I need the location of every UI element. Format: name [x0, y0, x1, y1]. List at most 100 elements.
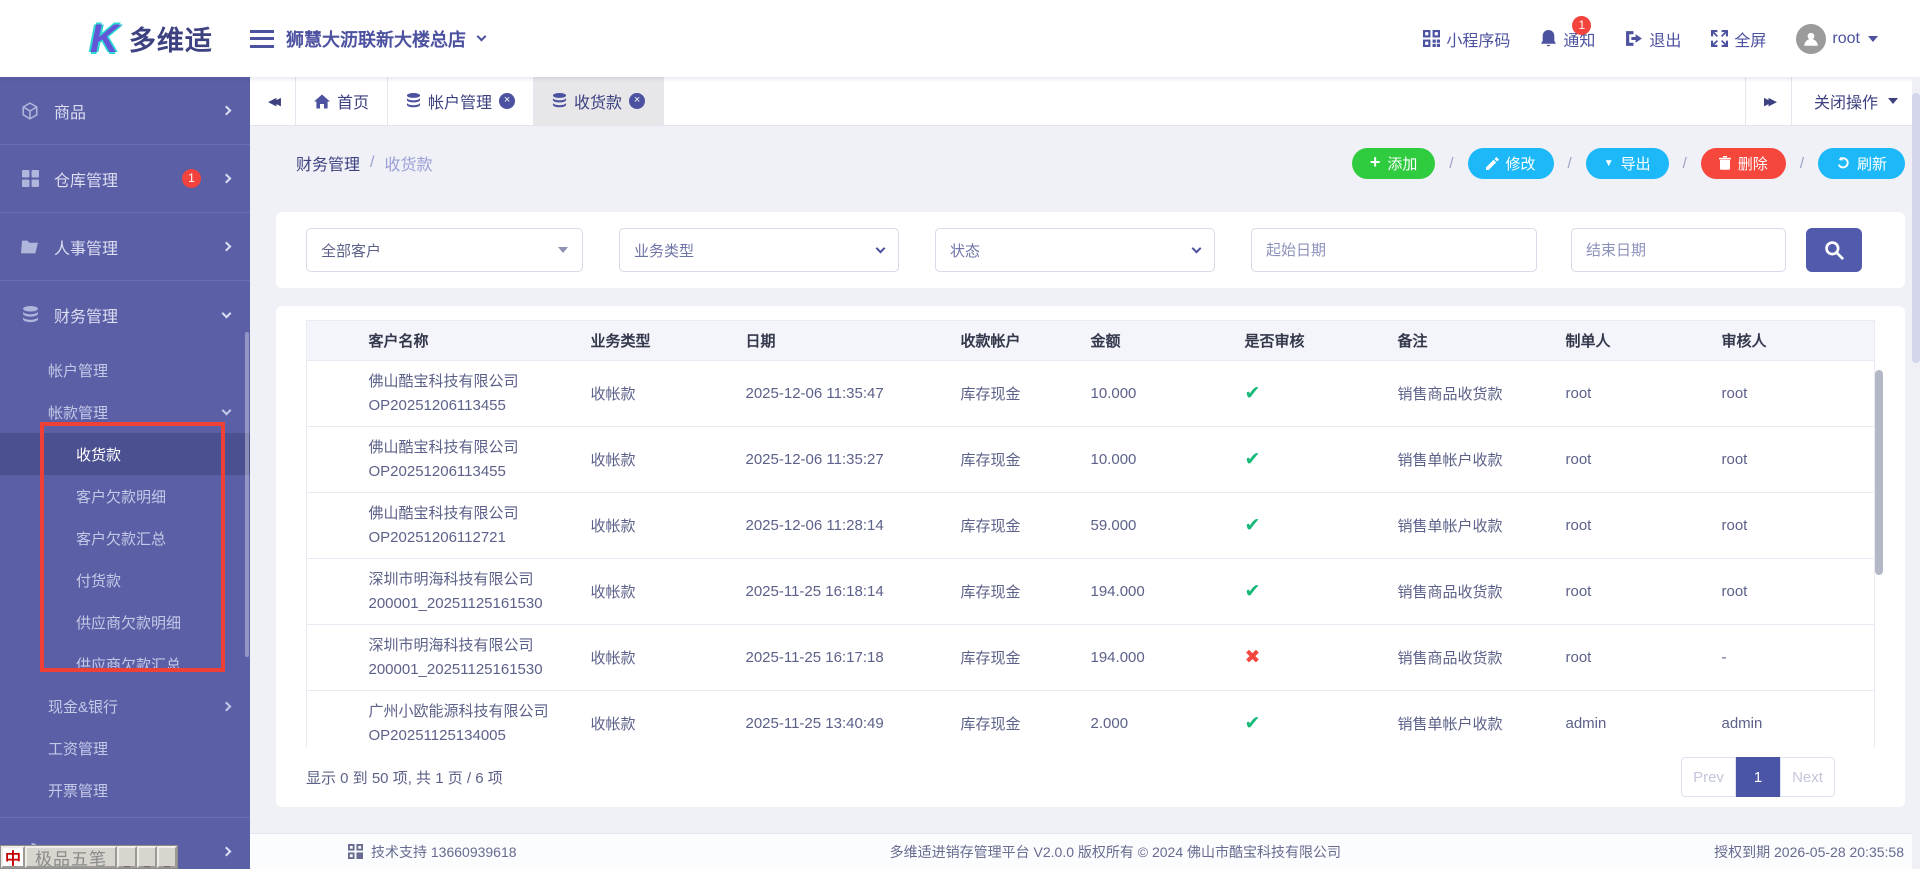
col-amount: 金额 [1075, 321, 1229, 361]
chevron-down-icon [222, 308, 232, 318]
delete-button[interactable]: 删除 [1701, 148, 1786, 179]
table-row[interactable]: 深圳市明海科技有限公司200001_20251125161530 收帐款 202… [307, 625, 1875, 691]
add-button[interactable]: + 添加 [1352, 148, 1436, 179]
tabs-scroll-left-button[interactable]: ◀◀ [250, 77, 296, 125]
table-row[interactable]: 佛山酷宝科技有限公司OP20251206113455 收帐款 2025-12-0… [307, 361, 1875, 427]
sidebar-item-label: 仓库管理 [54, 167, 168, 191]
folder-icon [20, 239, 40, 255]
audit-status-icon: ✔ [1245, 713, 1261, 734]
close-operations-dropdown[interactable]: 关闭操作 [1791, 77, 1920, 125]
refresh-button[interactable]: 刷新 [1818, 148, 1905, 179]
page-scrollbar-thumb[interactable] [1912, 93, 1920, 363]
start-date-input[interactable] [1251, 228, 1537, 272]
toolbar-separator: / [1449, 155, 1453, 172]
export-button[interactable]: ▼ 导出 [1586, 148, 1669, 179]
sidebar-subitem-account-mgmt[interactable]: 帐户管理 [0, 349, 250, 391]
fullscreen-icon [1711, 30, 1728, 47]
sidebar-scrollbar[interactable] [245, 332, 249, 657]
table-header-row: 客户名称 业务类型 日期 收款帐户 金额 是否审核 备注 制单人 审核人 [307, 321, 1875, 361]
account: 库存现金 [945, 427, 1075, 493]
sidebar-subitem-supplier-debt-detail[interactable]: 供应商欠款明细 [0, 601, 250, 643]
edit-label: 修改 [1506, 153, 1536, 174]
chevron-right-icon [222, 106, 232, 116]
ime-button[interactable]: _ [157, 846, 177, 868]
breadcrumb-section[interactable]: 财务管理 [296, 151, 360, 175]
bell-icon [1540, 30, 1557, 48]
fullscreen-label: 全屏 [1734, 27, 1766, 51]
sidebar-item-warehouse[interactable]: 仓库管理 1 [0, 145, 250, 213]
pagination-prev-button[interactable]: Prev [1681, 757, 1736, 797]
table-card: 客户名称 业务类型 日期 收款帐户 金额 是否审核 备注 制单人 审核人 [276, 306, 1905, 807]
sidebar-subitem-pay-goods[interactable]: 付货款 [0, 559, 250, 601]
sidebar-subitem-customer-debt-summary[interactable]: 客户欠款汇总 [0, 517, 250, 559]
store-name[interactable]: 狮慧大沥联新大楼总店 [286, 26, 466, 52]
fullscreen-button[interactable]: 全屏 [1711, 27, 1766, 51]
notifications-button[interactable]: 通知 1 [1540, 27, 1595, 51]
miniprogram-qrcode-button[interactable]: 小程序码 [1423, 27, 1510, 51]
sidebar-item-hr[interactable]: 人事管理 [0, 213, 250, 281]
table-row[interactable]: 佛山酷宝科技有限公司OP20251206113455 收帐款 2025-12-0… [307, 427, 1875, 493]
add-label: 添加 [1387, 153, 1417, 174]
chevron-right-icon [222, 174, 232, 184]
table-row[interactable]: 深圳市明海科技有限公司200001_20251125161530 收帐款 202… [307, 559, 1875, 625]
business-type: 收帐款 [575, 559, 730, 625]
end-date-input[interactable] [1571, 228, 1786, 272]
tab-close-icon[interactable]: × [629, 93, 645, 109]
tab-close-icon[interactable]: × [499, 93, 515, 109]
status-select[interactable]: 状态 [935, 228, 1215, 272]
creator: root [1550, 625, 1706, 691]
pagination-next-button[interactable]: Next [1780, 757, 1835, 797]
sidebar-subitem-supplier-debt-summary[interactable]: 供应商欠款汇总 [0, 643, 250, 685]
audit-status-icon: ✔ [1245, 581, 1261, 602]
ime-language-button[interactable]: 中 [1, 846, 25, 868]
page-scrollbar-track[interactable] [1912, 77, 1920, 869]
remark: 销售商品收货款 [1382, 625, 1550, 691]
audit-status-icon: ✔ [1245, 449, 1261, 470]
tab-home[interactable]: 首页 [296, 77, 388, 125]
table-row[interactable]: 广州小欧能源科技有限公司OP20251125134005 收帐款 2025-11… [307, 691, 1875, 748]
table-footer: 显示 0 到 50 项, 共 1 页 / 6 项 Prev 1 Next [306, 757, 1875, 797]
sidebar-subitem-cash-bank[interactable]: 现金&银行 [0, 685, 250, 727]
ime-button[interactable]: _ [137, 846, 157, 868]
customer-select[interactable]: 全部客户 [306, 228, 583, 272]
sidebar-item-finance[interactable]: 财务管理 [0, 281, 250, 349]
ime-button[interactable]: _ [117, 846, 137, 868]
edit-button[interactable]: 修改 [1468, 148, 1554, 179]
breadcrumb: 财务管理 / 收货款 [296, 151, 432, 175]
customer-name: 佛山酷宝科技有限公司 [369, 370, 567, 393]
col-type: 业务类型 [575, 321, 730, 361]
pencil-icon [1486, 157, 1499, 170]
tab-receive-payment[interactable]: 收货款 × [534, 77, 664, 125]
chevron-down-icon [1192, 244, 1202, 254]
table-scrollbar[interactable] [1875, 370, 1883, 575]
sidebar-subitem-payment-mgmt[interactable]: 帐款管理 [0, 391, 250, 433]
amount: 10.000 [1075, 361, 1229, 427]
col-auditor: 审核人 [1706, 321, 1875, 361]
pagination-page-1[interactable]: 1 [1736, 757, 1780, 797]
logout-button[interactable]: 退出 [1625, 27, 1681, 51]
sidebar-subitem-customer-debt-detail[interactable]: 客户欠款明细 [0, 475, 250, 517]
caret-down-icon [1888, 98, 1898, 104]
sidebar-subitem-salary-mgmt[interactable]: 工资管理 [0, 727, 250, 769]
sidebar-subitem-label: 开票管理 [48, 780, 230, 801]
main-content: ◀◀ 首页 帐户管理 × 收货款 × ▶▶ 关闭操作 [250, 77, 1920, 869]
pagination: Prev 1 Next [1681, 757, 1835, 797]
store-chevron-down-icon[interactable] [477, 32, 487, 42]
table-row[interactable]: 佛山酷宝科技有限公司OP20251206112721 收帐款 2025-12-0… [307, 493, 1875, 559]
business-type-select[interactable]: 业务类型 [619, 228, 899, 272]
user-menu[interactable]: root [1796, 24, 1878, 54]
tab-account-mgmt[interactable]: 帐户管理 × [388, 77, 534, 125]
menu-toggle-icon[interactable] [250, 30, 274, 48]
sidebar-item-label: 商品 [54, 99, 209, 123]
tabs-scroll-right-button[interactable]: ▶▶ [1745, 77, 1791, 125]
order-number: OP20251125134005 [369, 724, 567, 747]
order-number: 200001_20251125161530 [369, 592, 567, 615]
sidebar-subitem-receive-payment[interactable]: 收货款 [0, 433, 250, 475]
date: 2025-11-25 16:18:14 [730, 559, 945, 625]
sidebar-subitem-label: 客户欠款明细 [76, 486, 166, 507]
avatar [1796, 24, 1826, 54]
sidebar-item-goods[interactable]: 商品 [0, 77, 250, 145]
col-customer: 客户名称 [353, 321, 575, 361]
search-button[interactable] [1806, 228, 1862, 272]
sidebar-subitem-invoice-mgmt[interactable]: 开票管理 [0, 769, 250, 811]
